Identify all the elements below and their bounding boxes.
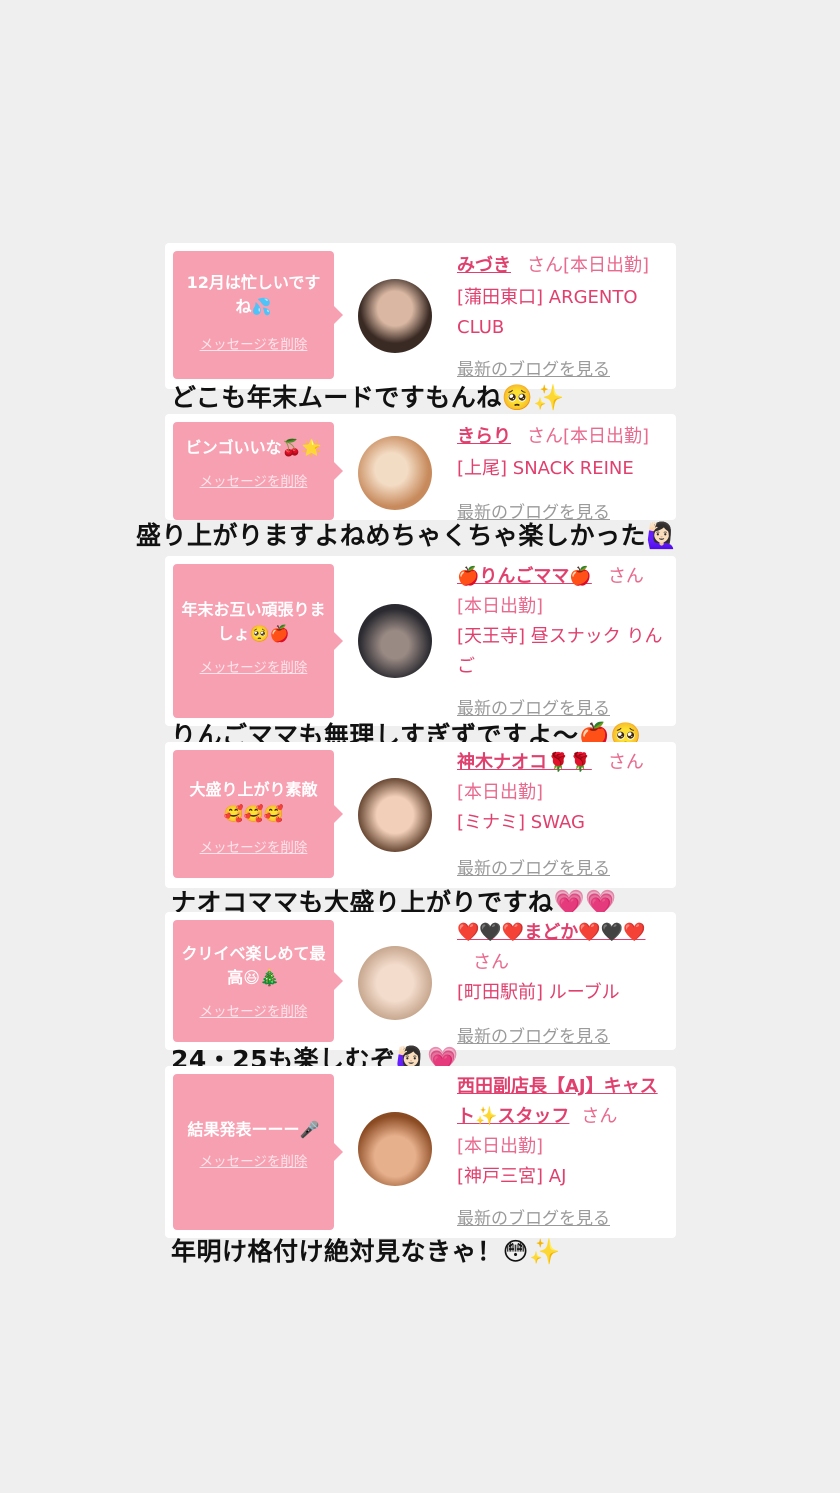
message-text: ビンゴいいな🍒🌟 xyxy=(185,438,322,457)
message-card: ビンゴいいな🍒🌟 メッセージを削除 きらり さん[本日出勤] [上尾] SNACK… xyxy=(165,414,676,523)
message-text: 大盛り上がり素敵🥰🥰🥰 xyxy=(189,780,318,823)
message-card: 年末お互い頑張りましょ🥺🍎 メッセージを削除 🍎りんごママ🍎 さん [本日出勤] … xyxy=(165,556,676,726)
honorific: さん xyxy=(527,255,563,276)
message-text: 12月は忙しいですね💦 xyxy=(186,273,321,316)
latest-blog-link[interactable]: 最新のブログを見る xyxy=(457,1204,610,1229)
shop-name: [蒲田東口] ARGENTO CLUB xyxy=(457,287,638,338)
cast-info: みづき さん[本日出勤] [蒲田東口] ARGENTO CLUB xyxy=(457,251,664,343)
latest-blog-link[interactable]: 最新のブログを見る xyxy=(457,1022,610,1047)
cast-info: 西田副店長【AJ】キャスト✨スタッフ さん [本日出勤] [神戸三宮] AJ xyxy=(457,1072,664,1192)
cast-info: 🍎りんごママ🍎 さん [本日出勤] [天王寺] 昼スナック りんご xyxy=(457,562,664,682)
cast-name-link[interactable]: 🍎りんごママ🍎 xyxy=(457,566,592,587)
message-text: 年末お互い頑張りましょ🥺🍎 xyxy=(181,600,326,643)
honorific: さん xyxy=(581,1106,618,1127)
message-card: 12月は忙しいですね💦 メッセージを削除 みづき さん[本日出勤] [蒲田東口] … xyxy=(165,243,676,389)
message-bubble: 結果発表ーーー🎤 メッセージを削除 xyxy=(173,1074,343,1230)
shop-name: [ミナミ] SWAG xyxy=(457,812,585,833)
cast-name-link[interactable]: 西田副店長【AJ】キャスト✨スタッフ xyxy=(457,1076,658,1127)
message-card: 大盛り上がり素敵🥰🥰🥰 メッセージを削除 神木ナオコ🌹🌹 さん [本日出勤] [ミ… xyxy=(165,742,676,888)
avatar[interactable] xyxy=(358,1112,432,1186)
message-bubble: 12月は忙しいですね💦 メッセージを削除 xyxy=(173,251,343,379)
work-status: [本日出勤] xyxy=(563,255,650,276)
delete-message-link[interactable]: メッセージを削除 xyxy=(173,333,334,353)
message-text: 結果発表ーーー🎤 xyxy=(187,1120,320,1139)
message-bubble: 大盛り上がり素敵🥰🥰🥰 メッセージを削除 xyxy=(173,750,343,878)
shop-name: [町田駅前] ルーブル xyxy=(457,982,620,1003)
avatar[interactable] xyxy=(358,279,432,353)
cast-info: ❤️🖤❤️まどか❤️🖤❤️ さん [町田駅前] ルーブル xyxy=(457,918,664,1008)
honorific: さん xyxy=(607,566,644,587)
cast-info: きらり さん[本日出勤] [上尾] SNACK REINE xyxy=(457,422,664,484)
delete-message-link[interactable]: メッセージを削除 xyxy=(173,470,334,490)
honorific: さん xyxy=(527,426,563,447)
avatar[interactable] xyxy=(358,778,432,852)
delete-message-link[interactable]: メッセージを削除 xyxy=(173,836,334,856)
story-caption: 盛り上がりますよねめちゃくちゃ楽しかった🙋🏻‍♀️ xyxy=(136,521,678,550)
delete-message-link[interactable]: メッセージを削除 xyxy=(173,1150,334,1170)
cast-name-link[interactable]: きらり xyxy=(457,426,511,447)
message-card: 結果発表ーーー🎤 メッセージを削除 西田副店長【AJ】キャスト✨スタッフ さん [… xyxy=(165,1066,676,1238)
message-bubble: クリイベ楽しめて最高😆🎄 メッセージを削除 xyxy=(173,920,343,1042)
shop-name: [天王寺] 昼スナック りんご xyxy=(457,626,663,677)
message-text: クリイベ楽しめて最高😆🎄 xyxy=(181,944,326,987)
cast-name-link[interactable]: みづき xyxy=(457,255,511,276)
story-caption: 年明け格付け絶対見なきゃ！😳✨ xyxy=(171,1237,561,1266)
story-caption: どこも年末ムードですもんね🥺✨ xyxy=(171,383,566,412)
avatar[interactable] xyxy=(358,604,432,678)
honorific: さん xyxy=(607,752,644,773)
shop-name: [神戸三宮] AJ xyxy=(457,1166,567,1187)
avatar[interactable] xyxy=(358,436,432,510)
cast-name-link[interactable]: 神木ナオコ🌹🌹 xyxy=(457,752,592,773)
latest-blog-link[interactable]: 最新のブログを見る xyxy=(457,854,610,879)
work-status: [本日出勤] xyxy=(457,596,544,617)
cast-info: 神木ナオコ🌹🌹 さん [本日出勤] [ミナミ] SWAG xyxy=(457,748,664,838)
delete-message-link[interactable]: メッセージを削除 xyxy=(173,656,334,676)
avatar[interactable] xyxy=(358,946,432,1020)
message-card: クリイベ楽しめて最高😆🎄 メッセージを削除 ❤️🖤❤️まどか❤️🖤❤️ さん [町… xyxy=(165,912,676,1050)
work-status: [本日出勤] xyxy=(457,1136,544,1157)
message-bubble: ビンゴいいな🍒🌟 メッセージを削除 xyxy=(173,422,343,520)
honorific: さん xyxy=(473,952,509,973)
cast-name-link[interactable]: ❤️🖤❤️まどか❤️🖤❤️ xyxy=(457,922,645,943)
message-bubble: 年末お互い頑張りましょ🥺🍎 メッセージを削除 xyxy=(173,564,343,718)
latest-blog-link[interactable]: 最新のブログを見る xyxy=(457,355,610,380)
shop-name: [上尾] SNACK REINE xyxy=(457,458,634,479)
delete-message-link[interactable]: メッセージを削除 xyxy=(173,1000,334,1020)
work-status: [本日出勤] xyxy=(457,782,544,803)
work-status: [本日出勤] xyxy=(563,426,650,447)
